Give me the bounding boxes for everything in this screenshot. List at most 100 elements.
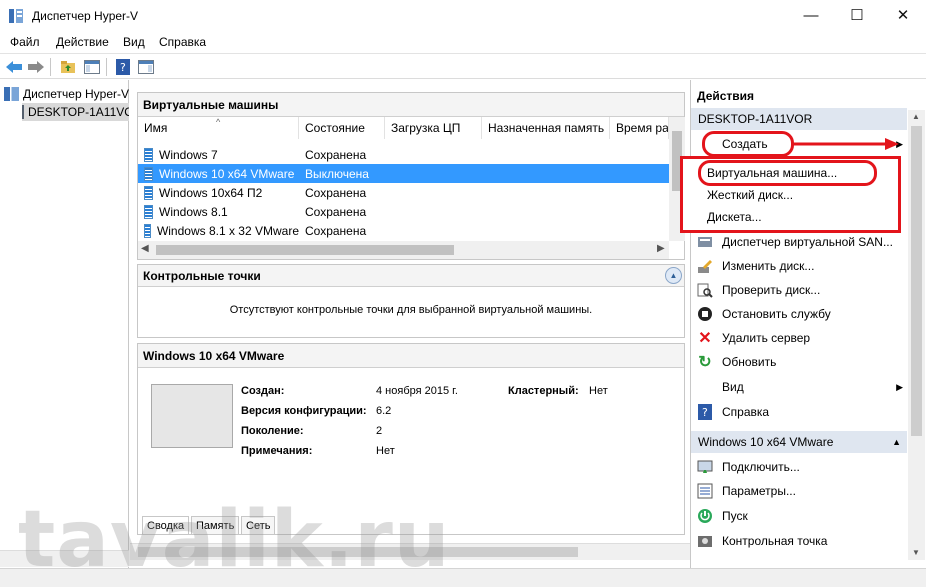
action-help[interactable]: ? Справка <box>691 400 907 424</box>
vm-state: Сохранена <box>305 223 367 238</box>
back-arrow-icon[interactable] <box>4 57 24 77</box>
tree-root-label: Диспетчер Hyper-V <box>22 87 129 101</box>
edit-disk-icon <box>696 257 714 275</box>
virtual-machine-icon <box>144 204 153 219</box>
action-remove-server[interactable]: ✕ Удалить сервер <box>691 326 907 350</box>
virtual-machine-icon <box>144 185 153 200</box>
section-label: Windows 10 x64 VMware <box>698 435 834 449</box>
scrollbar-thumb[interactable] <box>156 245 454 255</box>
notes-value: Нет <box>376 445 395 457</box>
config-version-label: Версия конфигурации: <box>241 405 367 417</box>
action-label: Справка <box>722 405 770 419</box>
action-label: Обновить <box>722 355 777 369</box>
svg-text:?: ? <box>120 61 126 74</box>
show-hide-tree-icon[interactable] <box>82 57 102 77</box>
menu-help[interactable]: Справка <box>159 35 206 49</box>
refresh-icon: ↻ <box>698 354 712 371</box>
action-label: Остановить службу <box>722 307 831 321</box>
menu-bar: Файл Действие Вид Справка <box>0 32 926 52</box>
vm-row[interactable]: Windows 7 Сохранена <box>138 145 669 164</box>
action-settings[interactable]: Параметры... <box>691 479 907 503</box>
virtual-machines-panel: Виртуальные машины Имя ^ Состояние Загру… <box>137 92 685 260</box>
hyperv-manager-icon <box>4 87 19 101</box>
blank-icon <box>696 378 714 396</box>
generation-value: 2 <box>376 425 383 437</box>
vm-name: Windows 8.1 <box>159 204 228 219</box>
actions-pane: Действия DESKTOP-1A11VOR Создать ▶ Вирту… <box>680 80 926 568</box>
column-header-state[interactable]: Состояние <box>299 117 385 139</box>
clustered-value: Нет <box>589 385 608 397</box>
actions-section-server[interactable]: DESKTOP-1A11VOR <box>691 108 907 130</box>
virtual-machine-icon <box>144 223 151 238</box>
column-header-label: Загрузка ЦП <box>391 121 461 135</box>
vm-list-horizontal-scrollbar[interactable]: ◀ ▶ <box>138 241 669 259</box>
actions-section-vm[interactable]: Windows 10 x64 VMware ▲ <box>691 431 907 453</box>
action-connect[interactable]: Подключить... <box>691 455 907 479</box>
forward-arrow-icon[interactable] <box>26 57 46 77</box>
tree-root-item[interactable]: Диспетчер Hyper-V <box>4 85 129 103</box>
vm-state: Сохранена <box>305 185 367 200</box>
show-hide-actions-icon[interactable] <box>136 57 156 77</box>
action-edit-disk[interactable]: Изменить диск... <box>691 254 907 278</box>
toolbar-separator <box>106 58 107 76</box>
toolbar: ? <box>0 53 926 79</box>
scroll-left-arrow-icon[interactable]: ◀ <box>141 243 149 254</box>
column-header-memory[interactable]: Назначенная память <box>482 117 610 139</box>
vm-row[interactable]: Windows 8.1 x 32 VMware Сохранена <box>138 221 669 240</box>
vm-name: Windows 7 <box>159 147 218 162</box>
action-label: Изменить диск... <box>722 259 815 273</box>
action-san-manager[interactable]: Диспетчер виртуальной SAN... <box>691 230 907 254</box>
submenu-arrow-icon: ▶ <box>896 381 903 392</box>
column-header-uptime[interactable]: Время работы <box>610 117 669 139</box>
submenu-new-disk[interactable]: Жесткий диск... <box>707 188 793 202</box>
notes-label: Примечания: <box>241 445 313 457</box>
action-label: Проверить диск... <box>722 283 821 297</box>
maximize-button[interactable]: ☐ <box>834 0 880 30</box>
checkpoint-icon <box>696 532 714 550</box>
title-bar: Диспетчер Hyper-V — ☐ ✕ <box>0 0 926 32</box>
close-button[interactable]: ✕ <box>880 0 926 30</box>
scrollbar-thumb[interactable] <box>911 126 922 436</box>
help-book-icon[interactable]: ? <box>113 57 133 77</box>
action-inspect-disk[interactable]: Проверить диск... <box>691 278 907 302</box>
up-folder-icon[interactable] <box>58 57 78 77</box>
vm-row[interactable]: Windows 8.1 Сохранена <box>138 202 669 221</box>
column-header-label: Имя <box>144 121 168 135</box>
svg-text:?: ? <box>702 406 708 419</box>
action-refresh[interactable]: ↻ Обновить <box>691 350 907 374</box>
action-start[interactable]: Пуск <box>691 504 907 528</box>
minimize-button[interactable]: — <box>788 0 834 30</box>
menu-action[interactable]: Действие <box>56 35 109 49</box>
action-label: Параметры... <box>722 484 796 498</box>
submenu-new-floppy[interactable]: Дискета... <box>707 210 762 224</box>
menu-file[interactable]: Файл <box>10 35 40 49</box>
action-label: Пуск <box>722 509 748 523</box>
collapse-chevron-icon[interactable]: ▲ <box>665 267 682 284</box>
action-stop-service[interactable]: Остановить службу <box>691 302 907 326</box>
action-label: Удалить сервер <box>722 331 811 345</box>
hyperv-app-icon <box>8 8 24 24</box>
scroll-right-arrow-icon[interactable]: ▶ <box>657 243 665 254</box>
action-label: Подключить... <box>722 460 800 474</box>
vm-panel-title: Виртуальные машины <box>138 93 684 117</box>
section-label: DESKTOP-1A11VOR <box>698 112 813 126</box>
vm-row[interactable]: Windows 10x64 П2 Сохранена <box>138 183 669 202</box>
column-header-label: Состояние <box>305 121 365 135</box>
tree-server-item[interactable]: DESKTOP-1A11VOR <box>22 103 129 121</box>
action-view[interactable]: Вид ▶ <box>691 375 907 399</box>
scroll-down-arrow-icon[interactable]: ▼ <box>912 548 920 557</box>
vm-name: Windows 10x64 П2 <box>159 185 263 200</box>
vm-state: Сохранена <box>305 147 367 162</box>
scroll-up-arrow-icon[interactable]: ▲ <box>912 112 920 121</box>
created-label: Создан: <box>241 385 285 397</box>
sort-caret-icon: ^ <box>216 117 221 127</box>
annotation-oval-vm <box>698 160 877 186</box>
column-header-cpu[interactable]: Загрузка ЦП <box>385 117 482 139</box>
created-value: 4 ноября 2015 г. <box>376 385 458 397</box>
menu-view[interactable]: Вид <box>123 35 145 49</box>
action-checkpoint[interactable]: Контрольная точка <box>691 529 907 553</box>
help-icon: ? <box>696 403 714 421</box>
vm-thumbnail[interactable] <box>151 384 233 448</box>
actions-vertical-scrollbar[interactable]: ▲ ▼ <box>908 110 925 560</box>
vm-row-selected[interactable]: Windows 10 x64 VMware Выключена <box>138 164 669 183</box>
